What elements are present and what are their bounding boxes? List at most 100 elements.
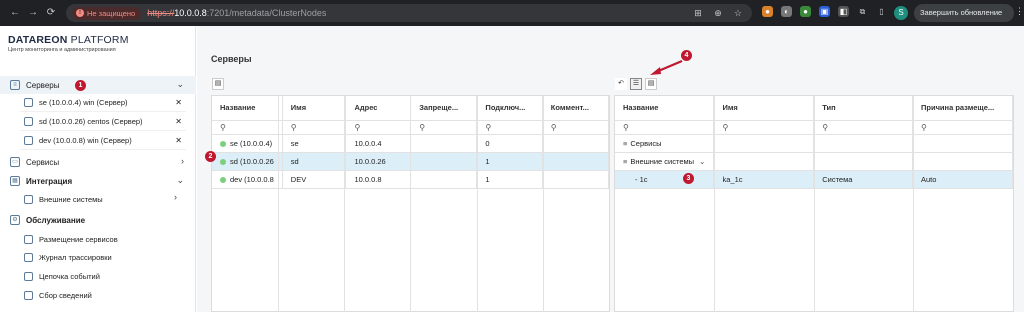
table-cell [410, 134, 478, 153]
undo-icon[interactable]: ↶ [615, 78, 627, 90]
cell-text: se (10.0.0.4) [230, 138, 273, 148]
search-icon[interactable]: ⚲ [713, 120, 815, 135]
servers-table-panel: Название Имя Адрес Запреще... Подключ...… [211, 95, 610, 312]
table-cell [813, 152, 913, 171]
sidebar-item-info-collection[interactable]: Сбор сведений [24, 286, 92, 304]
close-icon[interactable]: ✕ [175, 136, 182, 145]
address-bar[interactable]: ! Не защищено https://10.0.0.8:7201/meta… [66, 4, 752, 22]
sidebar-item-maintenance[interactable]: ⚙ Обслуживание [0, 211, 196, 229]
column-header[interactable]: Тип [813, 96, 913, 121]
search-icon[interactable]: ⚲ [912, 120, 1013, 135]
table-cell: ≡ Сервисы [615, 134, 715, 153]
export-icon[interactable]: ▤ [645, 78, 657, 90]
bookmark-star-icon[interactable]: ☆ [732, 7, 744, 19]
annotation-badge-2: 2 [205, 151, 216, 162]
profile-avatar[interactable]: S [894, 6, 908, 20]
cell-text: Внешние системы [630, 156, 695, 166]
table-cell: 10.0.0.8 [345, 170, 412, 189]
sidebar-item-trace-log[interactable]: Журнал трассировки [24, 248, 112, 266]
close-icon[interactable]: ✕ [175, 98, 182, 107]
search-icon[interactable]: ⚲ [212, 120, 283, 135]
server-icon [24, 136, 33, 145]
search-icon[interactable]: ⚲ [345, 120, 412, 135]
sidebar-item-label: Сбор сведений [39, 290, 92, 300]
column-header[interactable]: Имя [282, 96, 347, 121]
column-divider [278, 96, 279, 312]
extension-icon-3[interactable]: ● [800, 6, 811, 17]
sidepanel-icon[interactable]: ▯ [876, 6, 887, 17]
table-cell [713, 152, 815, 171]
table-cell: 1 [476, 170, 543, 189]
external-systems-icon [24, 194, 33, 204]
url-scheme: https:// [147, 8, 175, 18]
column-header[interactable]: Коммент... [542, 96, 610, 121]
insecure-label: Не защищено [87, 8, 136, 18]
annotation-badge-1: 1 [75, 80, 86, 91]
table-cell: sd (10.0.0.26 [212, 152, 283, 171]
server-tab-se[interactable]: se (10.0.0.4) win (Сервер) ✕ [20, 94, 186, 112]
server-tab-dev[interactable]: dev (10.0.0.8) win (Сервер) ✕ [20, 132, 186, 150]
column-header[interactable]: Подключ... [476, 96, 543, 121]
close-icon[interactable]: ✕ [175, 117, 182, 126]
sidebar-item-services[interactable]: ▭ Сервисы › [0, 153, 196, 171]
browser-toolbar: ← → ⟳ ! Не защищено https://10.0.0.8:720… [0, 0, 1024, 26]
cell-text: sd (10.0.0.26 [230, 156, 274, 166]
cell-text: dev (10.0.0.8 [230, 174, 274, 184]
sidebar-item-integration[interactable]: ▦ Интеграция ⌄ [0, 172, 196, 190]
extension-icon-4[interactable]: ▣ [819, 6, 830, 17]
search-icon[interactable]: ⚲ [476, 120, 543, 135]
extension-icon-5[interactable]: ◧ [838, 6, 849, 17]
chevron-down-icon[interactable]: ⌄ [176, 175, 184, 186]
extensions-puzzle-icon[interactable]: ⧉ [857, 6, 868, 17]
search-icon[interactable]: ⚲ [615, 120, 715, 135]
brand-name-bold: DATAREON [8, 34, 68, 46]
url-path: :7201/metadata/ClusterNodes [206, 8, 327, 18]
sidebar-item-label: Интеграция [26, 176, 73, 186]
translate-icon[interactable]: ⊞ [692, 7, 704, 19]
tree-view-icon[interactable]: ☰ [630, 78, 642, 90]
column-header[interactable]: Имя [713, 96, 815, 121]
column-header[interactable]: Запреще... [410, 96, 478, 121]
main-content: Серверы ▤ ↶ ☰ ▤ Название Имя Адрес Запре… [197, 26, 1024, 312]
table-cell [542, 170, 610, 189]
back-icon[interactable]: ← [8, 6, 22, 20]
brand-title: DATAREON PLATFORM [8, 34, 129, 46]
server-tab-sd[interactable]: sd (10.0.0.26) centos (Сервер) ✕ [20, 113, 186, 131]
server-icon: ≡ [10, 80, 20, 90]
search-icon[interactable]: ⚲ [282, 120, 347, 135]
sidebar-item-external-systems[interactable]: Внешние системы [24, 190, 103, 208]
column-header[interactable]: Название [212, 96, 283, 121]
page-title: Серверы [211, 54, 252, 64]
table-cell: dev (10.0.0.8 [212, 170, 283, 189]
sidebar-item-event-chain[interactable]: Цепочка событий [24, 267, 100, 285]
forward-icon[interactable]: → [26, 6, 40, 20]
insecure-badge[interactable]: ! Не защищено [72, 6, 142, 20]
sidebar-item-servers[interactable]: ≡ Серверы ⌄ [0, 76, 196, 94]
sidebar-item-label: Цепочка событий [39, 271, 100, 281]
column-header[interactable]: Адрес [345, 96, 412, 121]
search-icon[interactable]: ⚲ [542, 120, 610, 135]
zoom-icon[interactable]: ⊕ [712, 7, 724, 19]
more-menu-icon[interactable]: ⋮ [1015, 6, 1024, 17]
sidebar-item-service-placement[interactable]: Размещение сервисов [24, 230, 118, 248]
gear-icon: ⚙ [10, 215, 20, 225]
table-cell: 0 [476, 134, 543, 153]
search-icon[interactable]: ⚲ [813, 120, 913, 135]
table-cell: 10.0.0.4 [345, 134, 412, 153]
extension-icon-1[interactable]: ● [762, 6, 773, 17]
extension-icon-2[interactable]: ◐ [781, 6, 792, 17]
search-icon[interactable]: ⚲ [410, 120, 478, 135]
column-divider [913, 96, 914, 312]
update-button[interactable]: Завершить обновление [914, 4, 1014, 22]
reload-icon[interactable]: ⟳ [44, 6, 58, 20]
chevron-down-icon[interactable]: ⌄ [699, 157, 705, 166]
table-cell: se [282, 134, 347, 153]
export-icon[interactable]: ▤ [212, 78, 224, 90]
column-header[interactable]: Причина размеще... [912, 96, 1013, 121]
chevron-down-icon[interactable]: ⌄ [176, 79, 184, 90]
table-cell: ka_1c [713, 170, 815, 189]
chevron-right-icon[interactable]: › [181, 156, 184, 166]
folder-icon: ≡ [623, 156, 628, 166]
column-header[interactable]: Название [615, 96, 715, 121]
chevron-right-icon[interactable]: › [174, 192, 177, 202]
